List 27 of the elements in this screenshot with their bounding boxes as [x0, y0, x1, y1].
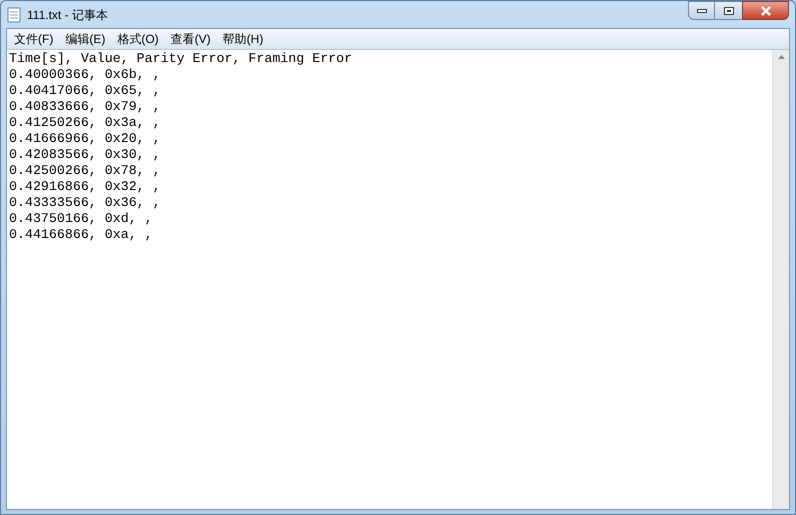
minimize-button[interactable]: [688, 1, 715, 20]
text-line: 0.40833666, 0x79, ,: [9, 99, 161, 115]
menu-item[interactable]: 查看(V): [164, 30, 217, 48]
text-line: 0.42916866, 0x32, ,: [9, 179, 161, 195]
text-line: 0.41250266, 0x3a, ,: [9, 115, 161, 131]
vertical-scrollbar[interactable]: [772, 50, 789, 509]
menu-item[interactable]: 帮助(H): [216, 30, 270, 48]
minimize-icon: [696, 8, 706, 12]
maximize-icon: [724, 6, 734, 14]
scroll-up-arrow-icon[interactable]: [778, 55, 784, 59]
text-line: 0.44166866, 0xa, ,: [9, 227, 153, 243]
text-line: Time[s], Value, Parity Error, Framing Error: [9, 51, 352, 67]
maximize-button[interactable]: [715, 1, 742, 20]
menu-item[interactable]: 格式(O): [111, 30, 165, 48]
text-line: 0.41666966, 0x20, ,: [9, 131, 161, 147]
menu-item[interactable]: 编辑(E): [59, 30, 112, 48]
close-icon: [760, 6, 772, 16]
text-line: 0.42083566, 0x30, ,: [9, 147, 161, 163]
text-line: 0.43750166, 0xd, ,: [9, 211, 153, 227]
text-line: 0.40000366, 0x6b, ,: [9, 67, 161, 83]
window-title: 111.txt - 记事本: [27, 6, 108, 24]
text-line: 0.42500266, 0x78, ,: [9, 163, 161, 179]
notepad-icon: [7, 6, 21, 22]
text-line: 0.40417066, 0x65, ,: [9, 83, 161, 99]
menu-item[interactable]: 文件(F): [8, 30, 60, 48]
text-line: 0.43333566, 0x36, ,: [9, 195, 161, 211]
close-button[interactable]: [742, 1, 789, 20]
